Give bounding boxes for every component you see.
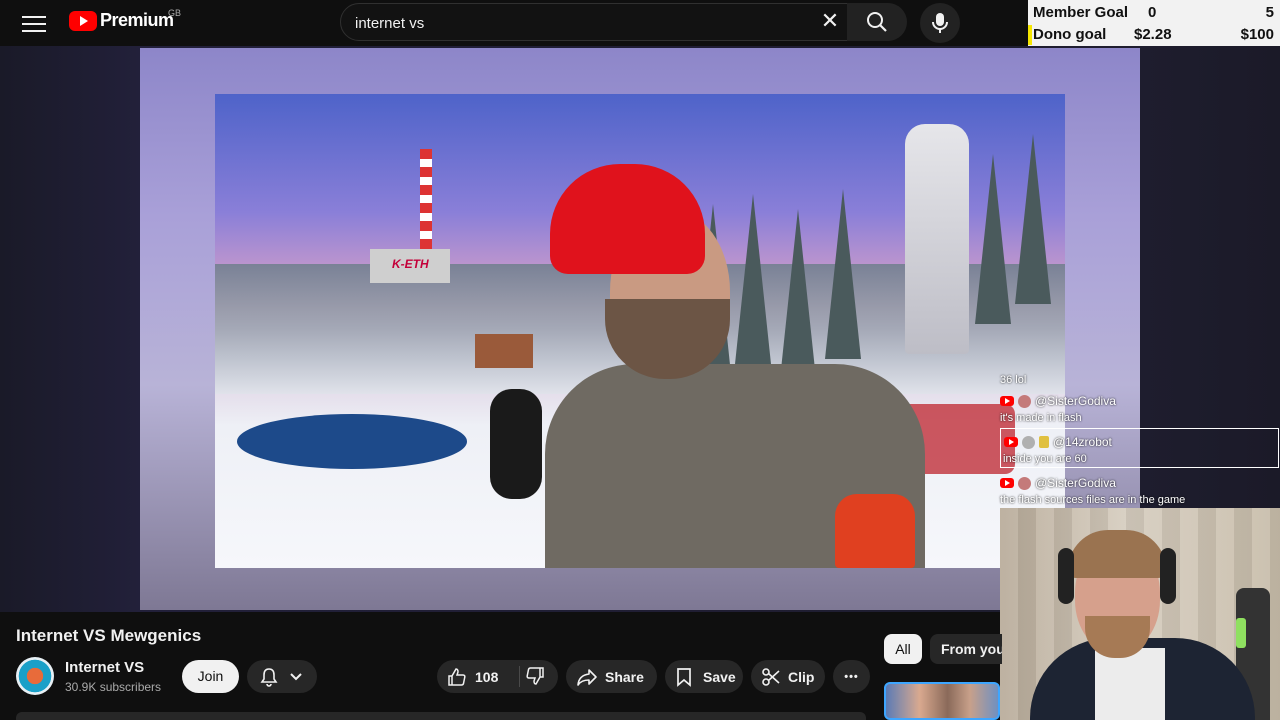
search-button[interactable] <box>847 3 907 41</box>
youtube-badge-icon <box>1000 396 1014 406</box>
member-goal-label: Member Goal <box>1033 4 1129 21</box>
filter-chip-from-your[interactable]: From your <box>930 634 1002 664</box>
search-input[interactable] <box>355 13 795 33</box>
recommended-video-thumbnail[interactable] <box>884 682 1000 720</box>
radio-tower <box>420 149 432 249</box>
channel-name[interactable]: Internet VS <box>65 659 144 676</box>
chat-username: @14zrobot <box>1053 435 1112 449</box>
bookmark-icon <box>677 667 691 687</box>
chat-message-text: the flash sources files are in the game <box>1000 494 1186 506</box>
pine-tree <box>825 189 861 359</box>
filter-chip-all[interactable]: All <box>884 634 922 664</box>
avatar <box>1018 394 1031 408</box>
pine-tree <box>1015 134 1051 304</box>
search-icon <box>867 12 887 32</box>
menu-icon[interactable] <box>22 13 46 33</box>
save-label: Save <box>703 668 736 685</box>
thumbs-down-icon <box>526 667 544 685</box>
dono-goal-row: Dono goal $2.28 $100 <box>1028 23 1280 45</box>
water-tower <box>905 124 969 354</box>
cabin <box>475 334 533 368</box>
share-icon <box>577 668 597 686</box>
like-dislike-group: 108 <box>437 660 558 693</box>
headset-right <box>1160 548 1176 604</box>
clip-label: Clip <box>788 668 815 685</box>
chair-accent <box>1236 618 1246 648</box>
more-icon: ••• <box>844 670 859 683</box>
region-code: GB <box>168 8 182 18</box>
studio-microphone <box>490 389 542 499</box>
avatar <box>1018 476 1031 490</box>
live-chat-overlay: 36 lol @SisterGodiva it's made in flash … <box>1000 372 1280 508</box>
station-sign-text: K-ETH <box>392 257 429 271</box>
member-goal-row: Member Goal 0 5 <box>1028 1 1280 23</box>
bell-icon <box>260 668 278 687</box>
notifications-button[interactable] <box>247 660 317 693</box>
dono-goal-progress-bar <box>1028 25 1032 45</box>
video-title: Internet VS Mewgenics <box>16 626 202 645</box>
microphone-icon <box>932 13 948 33</box>
save-button[interactable]: Save <box>665 660 743 693</box>
frozen-pond <box>237 414 467 469</box>
chat-message-text: inside you are 60 <box>1003 453 1087 465</box>
chat-author: @SisterGodiva <box>1000 393 1116 409</box>
chat-username: @SisterGodiva <box>1035 476 1116 490</box>
share-button[interactable]: Share <box>566 660 657 693</box>
chat-username: @SisterGodiva <box>1035 394 1116 408</box>
shaker-bottle <box>835 494 915 568</box>
dono-goal-current: $2.28 <box>1134 26 1172 43</box>
chat-author: @SisterGodiva <box>1000 475 1116 491</box>
video-frame[interactable]: K-ETH <box>140 48 1140 610</box>
stream-goals-overlay: Member Goal 0 5 Dono goal $2.28 $100 <box>1028 0 1280 46</box>
logo-text: Premium <box>100 10 174 30</box>
clear-search-icon[interactable]: ✕ <box>818 10 842 34</box>
youtube-badge-icon <box>1000 478 1014 488</box>
dislike-button[interactable] <box>520 660 558 693</box>
more-actions-button[interactable]: ••• <box>833 660 870 693</box>
streamer-shirt <box>1095 648 1165 720</box>
youtube-play-icon <box>69 10 97 31</box>
share-label: Share <box>605 668 644 685</box>
chevron-down-icon <box>290 673 302 681</box>
clip-button[interactable]: Clip <box>751 660 825 693</box>
chat-message-text: it's made in flash <box>1000 412 1082 424</box>
like-count: 108 <box>475 668 499 685</box>
chat-author: @14zrobot <box>1000 434 1112 450</box>
join-button[interactable]: Join <box>182 660 239 693</box>
pine-tree <box>780 209 816 379</box>
member-goal-target: 5 <box>1265 4 1274 21</box>
search-box <box>340 3 848 41</box>
description-panel[interactable] <box>16 712 866 720</box>
station-sign: K-ETH <box>370 249 450 283</box>
dono-goal-label: Dono goal <box>1033 26 1107 43</box>
youtube-premium-logo[interactable]: Premium GB <box>69 8 181 31</box>
subscriber-count: 30.9K subscribers <box>65 680 162 694</box>
headset-left <box>1058 548 1074 604</box>
pine-tree <box>735 194 771 364</box>
like-button[interactable]: 108 <box>437 660 519 693</box>
voice-search-button[interactable] <box>920 3 960 43</box>
youtube-badge-icon <box>1004 437 1018 447</box>
dono-goal-target: $100 <box>1240 26 1274 43</box>
video-content-scene: K-ETH <box>215 94 1065 568</box>
channel-avatar[interactable] <box>16 657 54 695</box>
thumbs-up-icon <box>448 667 466 686</box>
pine-tree <box>975 154 1011 324</box>
avatar <box>1022 435 1035 449</box>
member-badge-icon <box>1039 436 1049 448</box>
masthead: Premium GB ✕ <box>0 0 1028 46</box>
chat-message-text: 36 lol <box>1000 374 1027 386</box>
red-beanie <box>550 164 705 274</box>
scissors-icon <box>762 667 780 686</box>
member-goal-current: 0 <box>1148 4 1157 21</box>
streamer-webcam <box>1000 508 1280 720</box>
